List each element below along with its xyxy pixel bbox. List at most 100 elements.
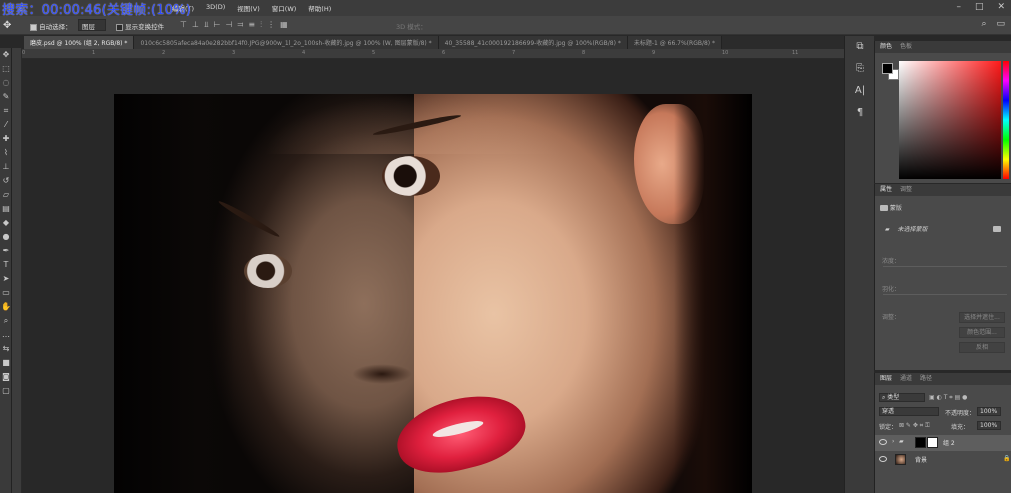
minimize-icon[interactable]: – (956, 2, 961, 12)
eraser-tool-icon[interactable]: ▱ (0, 188, 12, 202)
auto-align-icon[interactable]: ▦ (280, 20, 288, 30)
properties-icon[interactable]: ⎘ (845, 58, 875, 80)
doc-tab[interactable]: 010c6c5805afeca84a0e282bbf14f0.JPG@900w_… (134, 36, 439, 49)
align-right-icon[interactable]: ⫤ (237, 20, 243, 30)
fill-input[interactable]: 100% (977, 421, 1001, 430)
visibility-eye-icon[interactable] (879, 439, 887, 445)
move-tool-icon[interactable]: ✥ (3, 20, 11, 31)
align-left-icon[interactable]: ⊢ (213, 20, 220, 30)
doc-tab[interactable]: 40_35588_41c000192186699-收藏的.jpg @ 100%(… (438, 36, 628, 49)
show-transform-option[interactable]: 显示变换控件 (116, 21, 164, 31)
shape-tool-icon[interactable]: ▭ (0, 286, 12, 300)
paragraph-icon[interactable]: ¶ (845, 102, 875, 124)
move-tool-icon[interactable]: ✥ (0, 48, 12, 62)
distribute-v-icon[interactable]: ⋮ (267, 20, 275, 30)
tab-layers[interactable]: 图层 (880, 373, 892, 385)
menu-window[interactable]: 窗口(W) (272, 3, 297, 13)
opacity-input[interactable]: 100% (977, 407, 1001, 416)
hand-tool-icon[interactable]: ✋ (0, 300, 12, 314)
align-middle-icon[interactable]: ⊥ (192, 20, 199, 30)
history-brush-icon[interactable]: ↺ (0, 174, 12, 188)
screen-mode-icon[interactable]: ▢ (0, 384, 12, 398)
tab-adjustments[interactable]: 调整 (900, 184, 912, 196)
foreground-color-swatch[interactable] (882, 63, 893, 74)
tab-color[interactable]: 颜色 (880, 41, 892, 53)
align-bottom-icon[interactable]: ⫫ (204, 20, 209, 30)
search-icon[interactable]: ⌕ (981, 19, 986, 29)
type-tool-icon[interactable]: T (0, 258, 12, 272)
maximize-icon[interactable]: □ (975, 2, 984, 12)
menu-items: 编辑(T) 3D(D) 视图(V) 窗口(W) 帮助(H) (172, 3, 331, 13)
color-range-button[interactable]: 颜色范围... (959, 327, 1005, 338)
invert-button[interactable]: 反相 (959, 342, 1005, 353)
tab-properties[interactable]: 属性 (880, 184, 892, 196)
color-picker-field[interactable] (899, 61, 1001, 179)
color-panel-tabs: 颜色 色板 (875, 41, 1011, 53)
layer-row-group[interactable]: › ▰ 组 2 (875, 435, 1011, 451)
healing-tool-icon[interactable]: ✚ (0, 132, 12, 146)
gradient-tool-icon[interactable]: ▤ (0, 202, 12, 216)
menu-view[interactable]: 视图(V) (237, 3, 260, 13)
properties-panel: 属性 调整 蒙版 ▰ 未选择蒙版 浓度： 羽化： 调整： 选择并遮住... 颜色… (874, 184, 1011, 370)
menu-3d[interactable]: 3D(D) (206, 3, 225, 13)
eyedropper-tool-icon[interactable]: ⁄ (0, 118, 12, 132)
quick-select-tool-icon[interactable]: ✎ (0, 90, 12, 104)
tab-paths[interactable]: 路径 (920, 373, 932, 385)
blend-mode-dropdown[interactable]: 穿透 (879, 407, 939, 416)
character-icon[interactable]: A| (845, 80, 875, 102)
tab-channels[interactable]: 通道 (900, 373, 912, 385)
auto-select-checkbox[interactable] (30, 23, 37, 31)
doc-tab[interactable]: 未标题-1 @ 66.7%(RGB/8) * (627, 36, 723, 49)
history-icon[interactable]: ⧉ (845, 36, 875, 58)
align-top-icon[interactable]: ⊤ (180, 20, 187, 30)
auto-select-dropdown[interactable]: 图层 (78, 19, 106, 31)
ruler-tick: 9 (652, 50, 656, 56)
zoom-tool-icon[interactable]: ⌕ (0, 314, 12, 328)
quick-mask-icon[interactable]: ◙ (0, 370, 12, 384)
lasso-tool-icon[interactable]: ◌ (0, 76, 12, 90)
layer-filter-dropdown[interactable]: ⌕ 类型 (879, 393, 925, 402)
pixel-mask-icon[interactable] (993, 226, 1001, 232)
layer-mask-thumbnail-white[interactable] (927, 437, 938, 448)
path-select-icon[interactable]: ➤ (0, 272, 12, 286)
menu-help[interactable]: 帮助(H) (308, 3, 331, 13)
visibility-eye-icon[interactable] (879, 456, 887, 462)
doc-tab-active[interactable]: 磨皮.psd @ 100% (组 2, RGB/8) * (24, 36, 135, 49)
pen-tool-icon[interactable]: ✒ (0, 244, 12, 258)
workspace-icon[interactable]: ▭ (996, 19, 1005, 29)
portrait-image[interactable] (114, 94, 752, 493)
stamp-tool-icon[interactable]: ⊥ (0, 160, 12, 174)
crop-tool-icon[interactable]: ⌗ (0, 104, 12, 118)
ruler-tick: 10 (722, 50, 729, 56)
more-tools-icon[interactable]: … (0, 328, 12, 342)
density-slider[interactable] (883, 266, 1007, 267)
auto-select-option[interactable]: 自动选择： (30, 21, 72, 31)
layer-thumbnail[interactable] (895, 454, 906, 465)
tab-swatches[interactable]: 色板 (900, 41, 912, 53)
distribute-h-icon[interactable]: ⫶ (260, 20, 262, 30)
blur-tool-icon[interactable]: ◆ (0, 216, 12, 230)
show-transform-checkbox[interactable] (116, 23, 123, 31)
feather-label: 羽化： (882, 286, 901, 293)
filter-icons[interactable]: ▣ ◐ T ⌗ ▤ ● (929, 394, 967, 402)
close-icon[interactable]: ✕ (997, 2, 1005, 12)
align-center-icon[interactable]: ⊣ (225, 20, 232, 30)
document-canvas[interactable] (22, 59, 844, 493)
window-controls: – □ ✕ (956, 2, 1005, 12)
select-and-mask-button[interactable]: 选择并遮住... (959, 312, 1005, 323)
swap-colors-icon[interactable]: ⇆ (0, 342, 12, 356)
color-swatches-icon[interactable]: ■ (0, 356, 12, 370)
layer-mask-thumbnail-black[interactable] (915, 437, 926, 448)
expand-arrow-icon[interactable]: › (892, 438, 894, 445)
distribute-icon[interactable]: ≡ (248, 20, 255, 30)
eye-left (244, 254, 292, 288)
feather-slider[interactable] (883, 294, 1007, 295)
hue-slider[interactable] (1003, 61, 1009, 179)
layer-row-background[interactable]: 背景 🔒 (875, 452, 1011, 468)
brush-tool-icon[interactable]: ⌇ (0, 146, 12, 160)
layers-panel-tabs: 图层 通道 路径 (875, 373, 1011, 385)
lock-icons[interactable]: ⊠ ✎ ✥ ⌗ ⚿ (899, 422, 930, 430)
dodge-tool-icon[interactable]: ● (0, 230, 12, 244)
layer-name: 组 2 (943, 440, 955, 447)
marquee-tool-icon[interactable]: ⬚ (0, 62, 12, 76)
